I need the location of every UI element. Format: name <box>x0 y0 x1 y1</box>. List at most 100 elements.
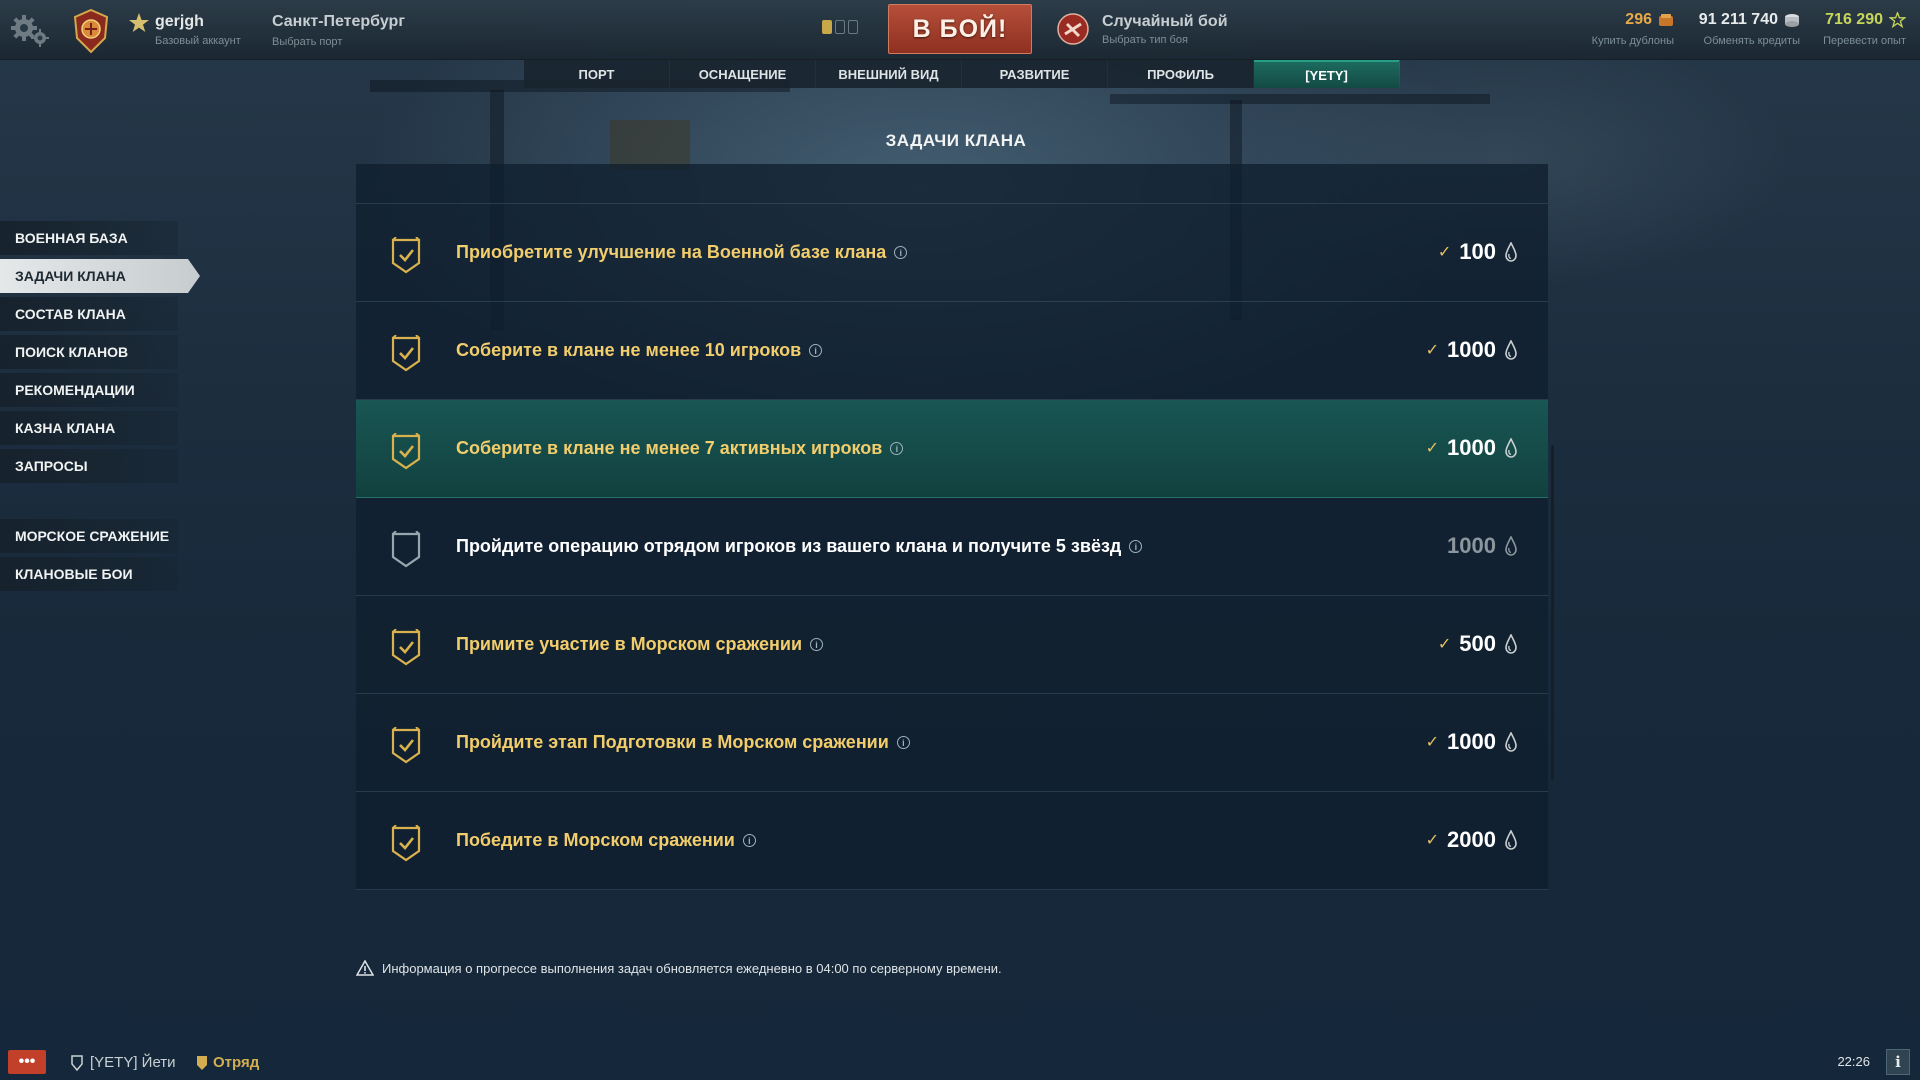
reward-amount: 2000 <box>1447 827 1496 852</box>
task-row[interactable]: Соберите в клане не менее 7 активных игр… <box>356 400 1548 498</box>
task-completed-shield-icon <box>391 825 421 862</box>
task-row[interactable]: Пройдите операцию отрядом игроков из ваш… <box>356 498 1548 596</box>
sidebar-item-clan-search[interactable]: ПОИСК КЛАНОВ <box>0 335 178 369</box>
doubloon-icon <box>1659 14 1673 26</box>
account-level-star-icon <box>129 13 149 32</box>
sidebar-item-treasury[interactable]: КАЗНА КЛАНА <box>0 411 178 445</box>
clan-button[interactable]: [YETY] Йети <box>70 1054 176 1071</box>
task-row[interactable]: Пройдите этап Подготовки в Морском сраже… <box>356 694 1548 792</box>
task-info-icon[interactable]: i <box>809 344 823 357</box>
reward-amount: 1000 <box>1447 435 1496 460</box>
clan-shield-icon <box>71 1054 83 1071</box>
sidebar-item-clan-battles[interactable]: КЛАНОВЫЕ БОИ <box>0 557 178 591</box>
task-info-icon[interactable]: i <box>742 834 756 847</box>
task-list-scrollbar[interactable] <box>1551 445 1554 780</box>
tab-development[interactable]: РАЗВИТИЕ <box>962 60 1108 88</box>
task-text-row: Победите в Морском сражении i <box>456 830 756 851</box>
task-info-icon[interactable]: i <box>896 736 910 749</box>
task-info-icon[interactable]: i <box>894 246 908 259</box>
reward-amount: 500 <box>1459 631 1496 656</box>
task-reward: 1000 <box>1447 533 1518 559</box>
progress-notice: Информация о прогрессе выполнения задач … <box>356 960 1002 976</box>
player-emblem-icon[interactable] <box>70 8 112 54</box>
account-type: Базовый аккаунт <box>155 35 241 47</box>
tab-clan[interactable]: [YETY] <box>1254 60 1400 88</box>
oil-drop-icon <box>1505 536 1517 556</box>
settings-gear-icon[interactable] <box>8 12 52 48</box>
reward-amount: 1000 <box>1447 729 1496 754</box>
task-text: Победите в Морском сражении <box>456 830 735 850</box>
task-text-row: Пройдите операцию отрядом игроков из ваш… <box>456 536 1143 557</box>
task-reward: ✓ 2000 <box>1426 827 1518 853</box>
chat-button[interactable]: ••• <box>8 1050 46 1074</box>
task-info-icon[interactable]: i <box>810 638 824 651</box>
tab-equipment[interactable]: ОСНАЩЕНИЕ <box>670 60 816 88</box>
task-info-icon[interactable]: i <box>890 442 904 455</box>
warning-icon <box>356 960 374 976</box>
task-text: Примите участие в Морском сражении <box>456 634 803 654</box>
squad-icon <box>197 1055 207 1070</box>
notice-text: Информация о прогрессе выполнения задач … <box>382 960 1002 976</box>
task-reward: ✓ 500 <box>1438 631 1518 657</box>
top-bar: gerjgh Базовый аккаунт Санкт-Петербург В… <box>0 0 1920 60</box>
battle-mode-sub: Выбрать тип боя <box>1102 34 1188 46</box>
tab-appearance[interactable]: ВНЕШНИЙ ВИД <box>816 60 962 88</box>
info-button[interactable]: i <box>1886 1049 1910 1075</box>
port-sub: Выбрать порт <box>272 36 343 48</box>
reward-checkmark-icon: ✓ <box>1437 244 1452 261</box>
sidebar-item-naval-battle[interactable]: МОРСКОЕ СРАЖЕНИЕ <box>0 519 178 553</box>
task-completed-shield-icon <box>391 335 421 372</box>
reward-checkmark-icon: ✓ <box>1437 636 1452 653</box>
squad-button[interactable]: Отряд <box>196 1054 259 1071</box>
sidebar-item-clan-members[interactable]: СОСТАВ КЛАНА <box>0 297 178 331</box>
task-completed-shield-icon <box>391 237 421 274</box>
task-row[interactable]: Соберите в клане не менее 10 игроков i ✓ 10… <box>356 302 1548 400</box>
sidebar-item-military-base[interactable]: ВОЕННАЯ БАЗА <box>0 221 178 255</box>
doubloons-block[interactable]: 296 Купить дублоны <box>1592 11 1674 47</box>
task-text: Пройдите этап Подготовки в Морском сраже… <box>456 732 889 752</box>
squad-label: Отряд <box>213 1054 260 1071</box>
task-row[interactable]: Приобретите улучшение на Военной базе кл… <box>356 204 1548 302</box>
clan-task-list[interactable]: Приобретите улучшение на Военной базе кл… <box>356 164 1548 934</box>
task-text-row: Примите участие в Морском сражении i <box>456 634 824 655</box>
free-xp-value: 716 290 <box>1825 11 1883 28</box>
task-row[interactable]: Примите участие в Морском сражении i ✓ 500 <box>356 596 1548 694</box>
free-xp-star-icon <box>1889 12 1906 28</box>
reward-checkmark-icon: ✓ <box>1425 440 1440 457</box>
credits-label: Обменять кредиты <box>1703 35 1800 47</box>
clock: 22:26 <box>1837 1054 1870 1069</box>
sidebar-item-recommendations[interactable]: РЕКОМЕНДАЦИИ <box>0 373 178 407</box>
division-slots[interactable] <box>822 20 858 34</box>
task-text-row: Соберите в клане не менее 10 игроков i <box>456 340 823 361</box>
task-text-row: Пройдите этап Подготовки в Морском сраже… <box>456 732 910 753</box>
account-name: gerjgh <box>155 13 204 30</box>
oil-drop-icon <box>1505 438 1517 458</box>
oil-drop-icon <box>1505 634 1517 654</box>
port-name: Санкт-Петербург <box>272 13 405 30</box>
tab-port[interactable]: ПОРТ <box>524 60 670 88</box>
page-title: ЗАДАЧИ КЛАНА <box>885 131 1027 150</box>
task-row-partial <box>356 164 1548 204</box>
reward-checkmark-icon: ✓ <box>1425 734 1440 751</box>
sidebar-item-requests[interactable]: ЗАПРОСЫ <box>0 449 178 483</box>
reward-amount: 100 <box>1459 239 1496 264</box>
task-reward: ✓ 1000 <box>1426 435 1518 461</box>
task-row[interactable]: Победите в Морском сражении i ✓ 2000 <box>356 792 1548 890</box>
clan-label: [YETY] Йети <box>90 1054 176 1071</box>
sidebar-item-clan-tasks[interactable]: ЗАДАЧИ КЛАНА <box>0 259 200 293</box>
task-completed-shield-icon <box>391 727 421 764</box>
oil-drop-icon <box>1505 242 1517 262</box>
port-selector[interactable]: Санкт-Петербург Выбрать порт <box>272 13 405 48</box>
task-completed-shield-icon <box>391 629 421 666</box>
task-info-icon[interactable]: i <box>1129 540 1143 553</box>
task-text: Пройдите операцию отрядом игроков из ваш… <box>456 536 1122 556</box>
battle-button[interactable]: В БОЙ! <box>888 4 1032 54</box>
division-slot-icon <box>848 20 858 34</box>
oil-drop-icon <box>1505 340 1517 360</box>
task-text-row: Соберите в клане не менее 7 активных игр… <box>456 438 904 459</box>
free-xp-block[interactable]: 716 290 Перевести опыт <box>1823 11 1906 47</box>
credits-block[interactable]: 91 211 740 Обменять кредиты <box>1699 11 1800 47</box>
tab-profile[interactable]: ПРОФИЛЬ <box>1108 60 1254 88</box>
task-reward: ✓ 100 <box>1438 239 1518 265</box>
task-text: Соберите в клане не менее 10 игроков <box>456 340 802 360</box>
